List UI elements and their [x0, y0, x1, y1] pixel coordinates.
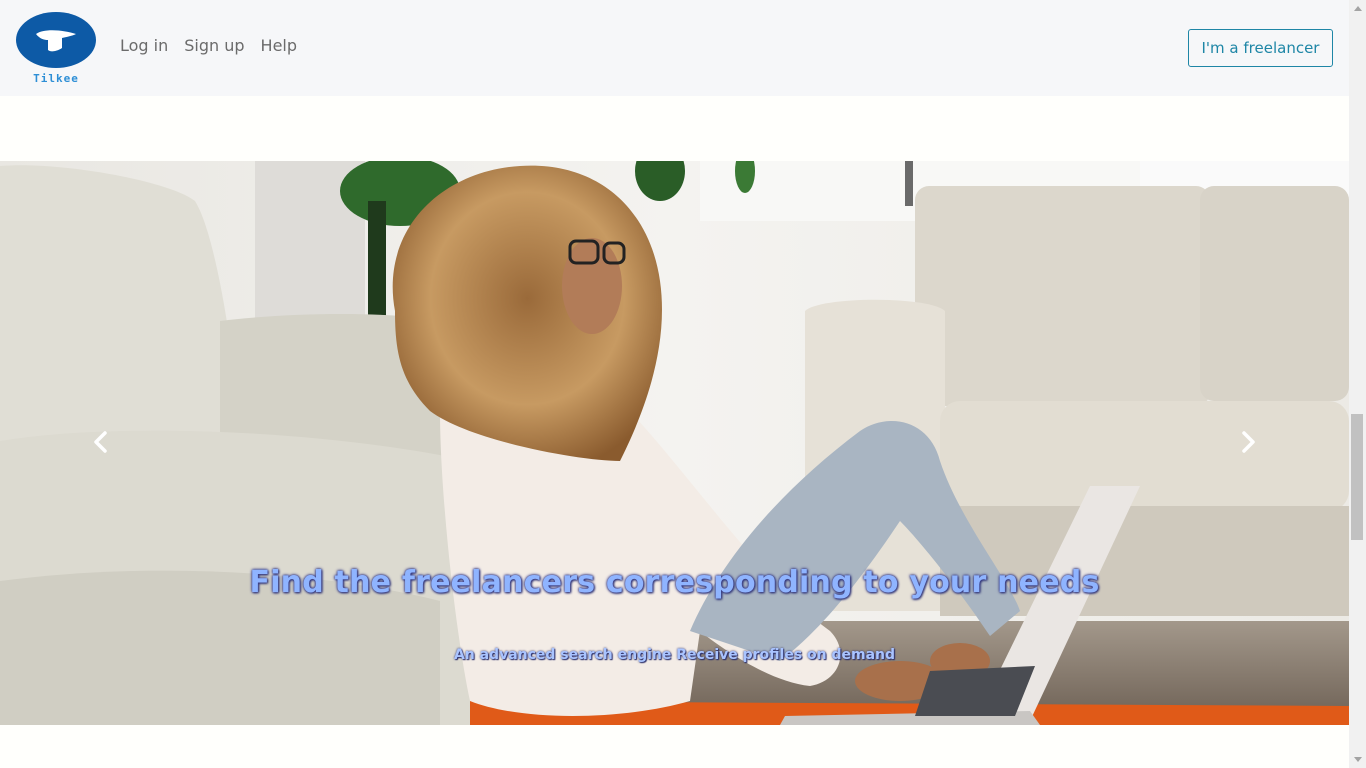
hero-subtitle: An advanced search engine Receive profil…: [453, 647, 896, 663]
chevron-left-icon: [94, 431, 107, 453]
logo[interactable]: Tilkee: [16, 12, 96, 86]
hero-title: Find the freelancers corresponding to yo…: [249, 565, 1100, 600]
logo-text: Tilkee: [33, 72, 79, 85]
nav-help-link[interactable]: Help: [261, 36, 297, 56]
caret-down-icon: [1353, 757, 1362, 762]
page-scrollbar[interactable]: [1349, 0, 1366, 768]
scroll-thumb[interactable]: [1351, 414, 1363, 540]
scroll-down-arrow[interactable]: [1349, 751, 1366, 768]
carousel-next-button[interactable]: [1233, 427, 1263, 457]
page: Tilkee Log in Sign up Help I'm a freelan…: [0, 0, 1366, 768]
navbar: Tilkee Log in Sign up Help I'm a freelan…: [0, 0, 1349, 96]
hero-carousel: Find the freelancers corresponding to yo…: [0, 161, 1349, 725]
nav-signup-link[interactable]: Sign up: [184, 36, 244, 56]
nav-links: Log in Sign up Help: [120, 36, 297, 56]
chevron-right-icon: [1242, 431, 1255, 453]
carousel-prev-button[interactable]: [86, 427, 116, 457]
freelancer-button[interactable]: I'm a freelancer: [1188, 29, 1333, 67]
scroll-up-arrow[interactable]: [1349, 0, 1366, 17]
logo-mark-icon: [16, 12, 96, 68]
caret-up-icon: [1353, 6, 1362, 11]
nav-login-link[interactable]: Log in: [120, 36, 168, 56]
hero-image: [0, 161, 1349, 725]
